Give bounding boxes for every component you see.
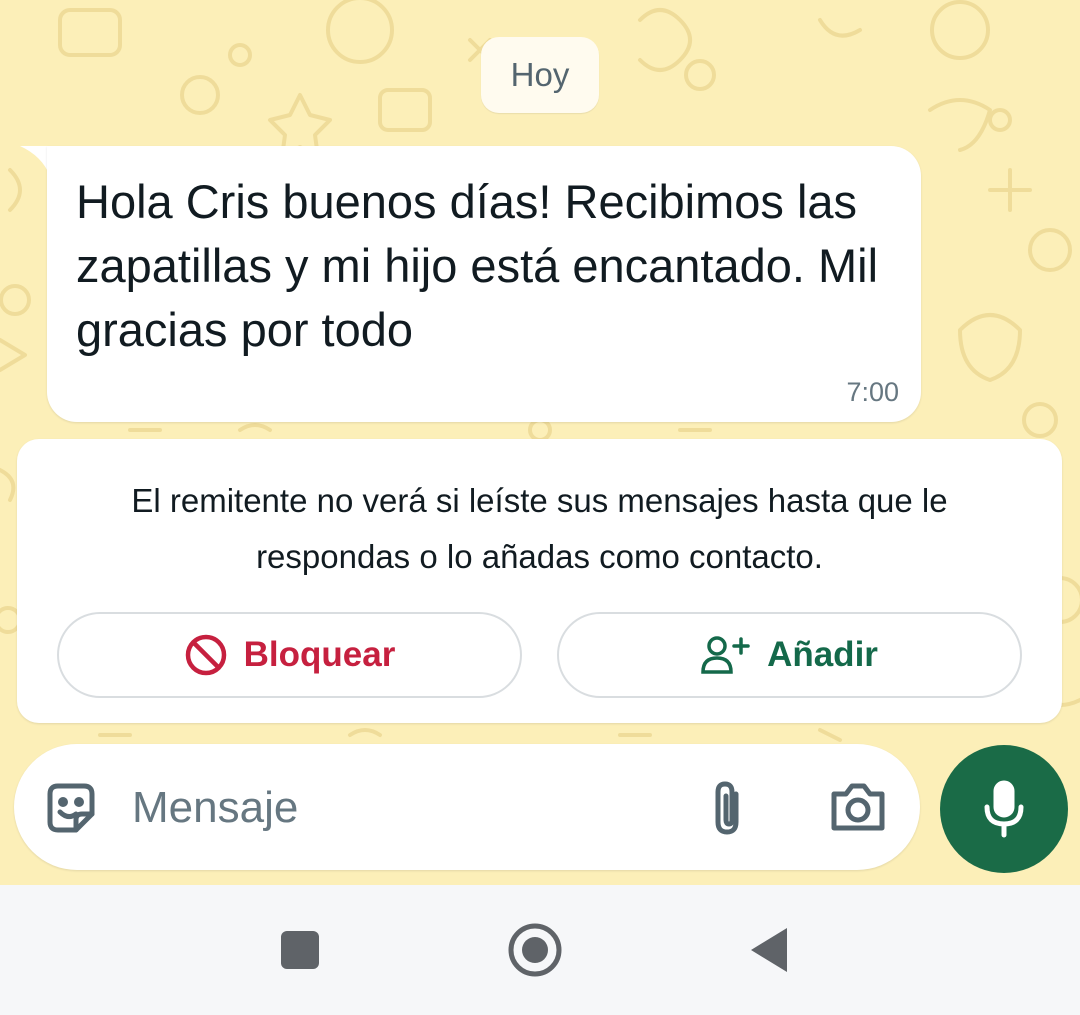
bubble-tail [20, 146, 50, 176]
chat-background: Hoy Hola Cris buenos días! Recibimos las… [0, 0, 1080, 885]
message-time: 7:00 [846, 377, 899, 407]
incoming-message-bubble[interactable]: Hola Cris buenos días! Recibimos las zap… [47, 146, 921, 422]
block-icon [185, 634, 226, 676]
voice-message-button[interactable] [940, 745, 1068, 873]
home-button[interactable] [490, 905, 580, 995]
home-icon [508, 923, 562, 977]
add-label: Añadir [767, 635, 878, 674]
block-button[interactable]: Bloquear [57, 612, 522, 698]
notice-text: El remitente no verá si leíste sus mensa… [131, 482, 948, 575]
add-person-icon [701, 636, 750, 674]
back-icon [751, 928, 787, 972]
message-text: Hola Cris buenos días! Recibimos las zap… [76, 175, 879, 356]
add-contact-button[interactable]: Añadir [557, 612, 1022, 698]
microphone-icon [984, 780, 1024, 838]
block-label: Bloquear [243, 635, 396, 674]
system-navigation-bar [0, 885, 1080, 1015]
camera-icon[interactable] [828, 780, 888, 834]
recent-apps-icon [281, 931, 319, 969]
date-chip: Hoy [481, 37, 599, 113]
back-button[interactable] [724, 905, 814, 995]
unknown-sender-notice: El remitente no verá si leíste sus mensa… [17, 439, 1062, 723]
recent-apps-button[interactable] [255, 905, 345, 995]
message-composer [14, 744, 920, 870]
sticker-icon[interactable] [42, 780, 100, 838]
paperclip-icon[interactable] [706, 778, 750, 838]
message-input[interactable] [132, 782, 672, 834]
